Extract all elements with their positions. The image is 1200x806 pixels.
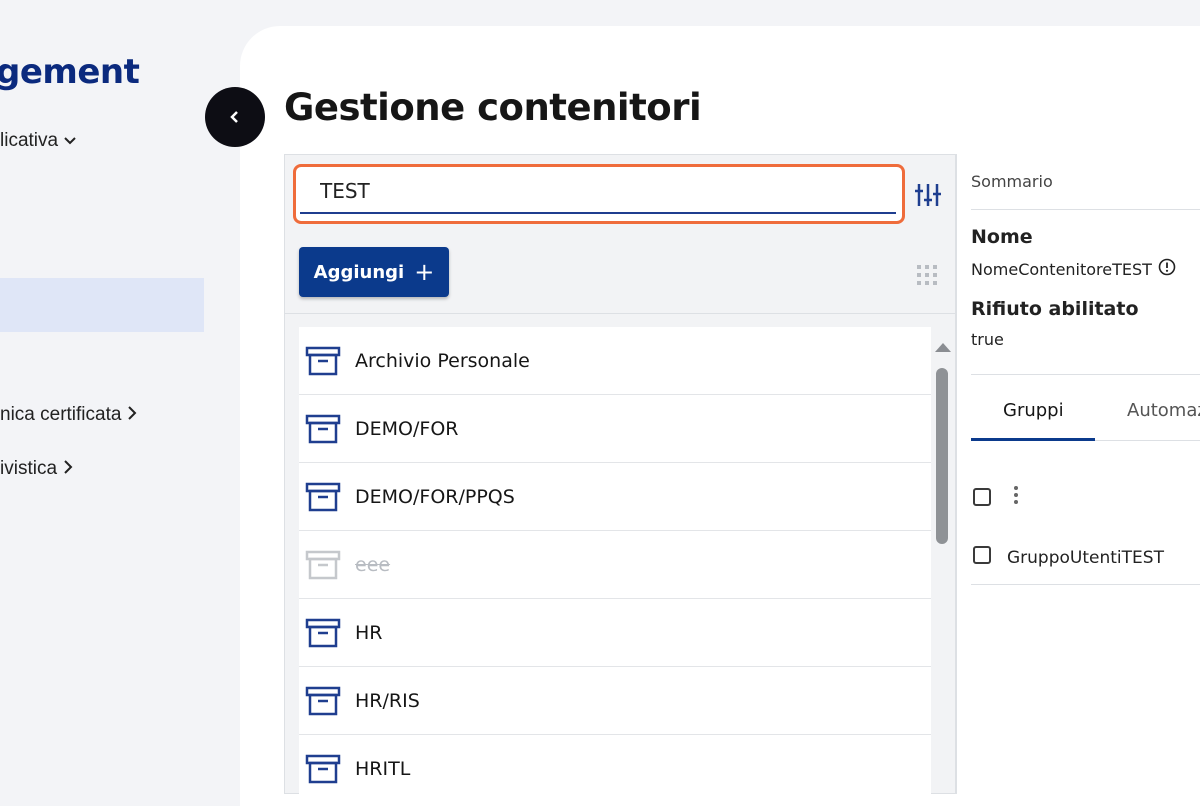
name-label: Nome	[971, 226, 1033, 248]
archive-box-icon	[305, 618, 341, 647]
collapse-sidebar-button[interactable]	[205, 87, 265, 147]
sidebar-item-archivistica[interactable]: ivistica	[0, 458, 73, 480]
sidebar-item-label: nica certificata	[0, 404, 122, 425]
group-checkbox[interactable]	[973, 546, 991, 564]
name-value-row: NomeContenitoreTEST	[971, 258, 1176, 280]
container-list: Archivio Personale DEMO/FOR DEMO/FOR/PPQ…	[299, 327, 931, 795]
list-item[interactable]: Archivio Personale	[299, 327, 931, 395]
sidebar-item-firma-certificata[interactable]: nica certificata	[0, 404, 137, 426]
tab-gruppi[interactable]: Gruppi	[1003, 400, 1064, 421]
container-name: DEMO/FOR/PPQS	[355, 485, 515, 508]
container-name: Archivio Personale	[355, 349, 530, 372]
detail-panel: Sommario Nome NomeContenitoreTEST Rifiut…	[956, 154, 1200, 794]
list-item[interactable]: HR	[299, 599, 931, 667]
tab-automazioni[interactable]: Automaz	[1127, 400, 1200, 421]
summary-label: Sommario	[971, 172, 1053, 191]
list-item[interactable]: DEMO/FOR	[299, 395, 931, 463]
waste-value: true	[971, 330, 1004, 349]
group-name: GruppoUtentiTEST	[1007, 548, 1164, 568]
container-name: eee	[355, 553, 391, 576]
sidebar-item-active[interactable]	[0, 278, 204, 332]
waste-label: Rifiuto abilitato	[971, 298, 1139, 320]
select-all-checkbox[interactable]	[973, 488, 991, 506]
sliders-icon[interactable]	[911, 180, 945, 210]
list-item[interactable]: DEMO/FOR/PPQS	[299, 463, 931, 531]
divider	[971, 374, 1200, 375]
chevron-right-icon	[63, 458, 73, 480]
container-name: HR/RIS	[355, 689, 420, 712]
main-panel: Gestione contenitori Aggiungi +	[240, 26, 1200, 806]
archive-box-icon	[305, 346, 341, 375]
divider	[1095, 440, 1200, 441]
list-item[interactable]: HR/RIS	[299, 667, 931, 735]
archive-box-icon	[305, 482, 341, 511]
archive-box-icon	[305, 414, 341, 443]
plus-icon: +	[414, 258, 435, 286]
container-name: HR	[355, 621, 383, 644]
active-tab-indicator	[971, 438, 1095, 441]
chevron-left-icon	[230, 111, 238, 123]
sidebar-item-label: licativa	[0, 130, 59, 151]
kebab-menu-icon[interactable]	[1013, 486, 1019, 506]
page-title: Gestione contenitori	[284, 86, 702, 129]
sidebar-item-applicativa[interactable]: licativa	[0, 130, 76, 152]
add-container-button[interactable]: Aggiungi +	[299, 247, 449, 297]
archive-box-icon	[305, 686, 341, 715]
container-name: DEMO/FOR	[355, 417, 459, 440]
list-item[interactable]: HRITL	[299, 735, 931, 795]
archive-box-icon	[305, 754, 341, 783]
divider	[971, 584, 1200, 585]
container-list-panel: Aggiungi + Archivio Personale DEMO/FOR	[284, 154, 956, 795]
container-name: HRITL	[355, 757, 411, 780]
sidebar: gement licativa nica certificata ivistic…	[0, 0, 240, 788]
grid-icon[interactable]	[915, 263, 939, 287]
chevron-down-icon	[64, 130, 76, 152]
search-input[interactable]	[300, 170, 896, 214]
divider	[285, 313, 955, 314]
brand-title: gement	[0, 52, 140, 92]
chevron-right-icon	[127, 404, 137, 426]
sidebar-item-label: ivistica	[0, 458, 58, 479]
divider	[971, 209, 1200, 210]
archive-box-icon	[305, 550, 341, 579]
name-value: NomeContenitoreTEST	[971, 259, 1152, 279]
add-button-label: Aggiungi	[313, 261, 405, 283]
scroll-up-arrow-icon[interactable]	[935, 343, 951, 352]
search-focus-ring	[293, 164, 905, 224]
info-icon[interactable]	[1158, 258, 1176, 280]
list-item[interactable]: eee	[299, 531, 931, 599]
scrollbar-thumb[interactable]	[936, 368, 948, 544]
